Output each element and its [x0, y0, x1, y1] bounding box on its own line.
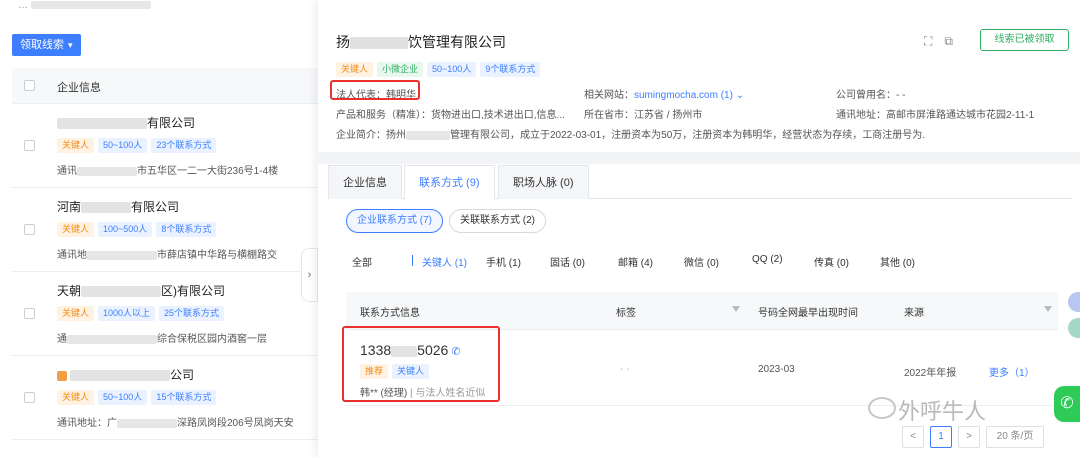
- list-item[interactable]: 公司 关键人 50~100人 15个联系方式 通讯地址：广 深路凤岗段206号凤岗天安: [12, 356, 318, 440]
- divider: [412, 255, 413, 266]
- source-cell: 2022年年报: [904, 368, 957, 379]
- key-person-tag: 关键人: [57, 390, 95, 405]
- company-address: 通讯 市五华区一二一大街236号1-4楼: [57, 166, 279, 177]
- company-name[interactable]: 有限公司: [57, 114, 195, 131]
- highlight-box: [330, 80, 420, 100]
- next-page-button[interactable]: >: [958, 426, 980, 448]
- size-tag: 100~500人: [98, 222, 153, 237]
- column-contact-info: 联系方式信息: [360, 308, 420, 319]
- tab-contacts[interactable]: 联系方式 (9): [404, 165, 495, 200]
- filter-all[interactable]: 全部: [352, 254, 372, 269]
- key-person-tag: 关键人: [57, 306, 95, 321]
- watermark: 外呼牛人: [898, 399, 987, 424]
- tab-company-info[interactable]: 企业信息: [328, 165, 402, 199]
- pagination: <1 >20 条/页: [902, 426, 1050, 448]
- filter-icon[interactable]: [732, 306, 740, 312]
- key-person-tag: 关键人: [57, 138, 95, 153]
- filter-wechat[interactable]: 微信 (0): [684, 254, 719, 269]
- company-address: 通讯地址：广 深路凤岗段206号凤岗天安: [57, 418, 294, 429]
- chevron-right-icon: ›: [307, 269, 312, 281]
- highlight-box: [342, 326, 500, 402]
- contacts-tag: 9个联系方式: [480, 62, 541, 77]
- company-address: 通讯地 市薛店镇中华路与横棚路交: [57, 250, 277, 261]
- row-checkbox[interactable]: [24, 392, 35, 403]
- company-detail-drawer: 扬饮管理有限公司 ⛶ ⧉ 线索已被领取 关键人 小微企业 50~100人 9个联系方式 …: [318, 0, 1080, 458]
- filter-qq[interactable]: QQ (2): [752, 254, 783, 265]
- filter-landline[interactable]: 固话 (0): [550, 254, 585, 269]
- tag-cell: - -: [620, 364, 630, 375]
- phone-call-float-button[interactable]: ✆: [1054, 386, 1080, 422]
- company-logo-icon: [57, 370, 67, 381]
- website: 相关网站：sumingmocha.com (1) ⌄: [584, 90, 745, 101]
- filter-other[interactable]: 其他 (0): [880, 254, 915, 269]
- page-number[interactable]: 1: [930, 426, 952, 448]
- row-checkbox[interactable]: [24, 140, 35, 151]
- phone-icon: ✆: [1060, 395, 1074, 412]
- column-first-seen: 号码全网最早出现时间: [758, 308, 858, 319]
- size-tag: 50~100人: [98, 138, 148, 153]
- company-list-pane: … 领取线索 ▾ 企业信息 有限公司 关键人 50~100人 23个联系方式 通讯 市五…: [0, 0, 318, 458]
- lead-claimed-button[interactable]: 线索已被领取: [980, 29, 1069, 51]
- filter-email[interactable]: 邮箱 (4): [618, 254, 653, 269]
- table-header: 联系方式信息 标签 号码全网最早出现时间 来源: [346, 292, 1058, 330]
- page-size-select[interactable]: 20 条/页: [986, 426, 1044, 448]
- row-checkbox[interactable]: [24, 224, 35, 235]
- row-checkbox[interactable]: [24, 308, 35, 319]
- list-item[interactable]: 天朝 区)有限公司 关键人 1000人以上 25个联系方式 通综合保税区园内酒窖一层: [12, 272, 318, 356]
- fullscreen-icon[interactable]: ⛶: [924, 34, 932, 48]
- company-name[interactable]: 天朝 区)有限公司: [57, 282, 225, 299]
- company-address: 通综合保税区园内酒窖一层: [57, 334, 267, 345]
- products-services: 产品和服务（精准）：货物进出口,技术进出口,信息...: [336, 110, 565, 121]
- first-seen-cell: 2023-03: [758, 364, 795, 375]
- filter-mobile[interactable]: 手机 (1): [486, 254, 521, 269]
- company-name[interactable]: 河南 有限公司: [57, 198, 179, 215]
- contacts-tag: 8个联系方式: [156, 222, 217, 237]
- open-new-window-icon[interactable]: ⧉: [944, 34, 953, 48]
- filter-icon[interactable]: [1044, 306, 1052, 312]
- key-person-tag: 关键人: [336, 62, 374, 77]
- list-header: 企业信息: [12, 68, 318, 104]
- section-divider: [318, 152, 1080, 164]
- filter-fax[interactable]: 传真 (0): [814, 254, 849, 269]
- contacts-tag: 15个联系方式: [151, 390, 217, 405]
- more-sources-link[interactable]: 更多（1）: [989, 364, 1035, 379]
- column-source: 来源: [904, 308, 924, 319]
- chevron-down-icon[interactable]: ⌄: [736, 90, 744, 101]
- collapse-panel-button[interactable]: ›: [301, 248, 318, 302]
- contacts-tag: 23个联系方式: [151, 138, 217, 153]
- province-city: 所在省市：江苏省 / 扬州市: [584, 110, 703, 121]
- subtab-company-contacts[interactable]: 企业联系方式 (7): [346, 209, 443, 233]
- column-tags: 标签: [616, 308, 636, 319]
- micro-enterprise-tag: 小微企业: [377, 62, 424, 77]
- subtab-related-contacts[interactable]: 关联联系方式 (2): [449, 209, 546, 233]
- former-name: 公司曾用名：- -: [836, 90, 906, 101]
- website-link[interactable]: sumingmocha.com (1): [634, 90, 733, 101]
- detail-tabs: 企业信息 联系方式 (9) 职场人脉 (0): [328, 165, 1072, 200]
- company-title: 扬饮管理有限公司: [336, 34, 506, 50]
- key-person-tag: 关键人: [57, 222, 95, 237]
- tab-workplace-network[interactable]: 职场人脉 (0): [498, 165, 589, 199]
- company-name[interactable]: 公司: [57, 366, 194, 383]
- mailing-address: 通讯地址：高邮市屏淮路通达城市花园2-11-1: [836, 110, 1035, 121]
- top-strip: …: [18, 0, 278, 18]
- company-intro: 企业简介：扬州 管理有限公司，成立于2022-03-01，注册资本为50万，注册资…: [336, 130, 926, 141]
- claim-leads-button[interactable]: 领取线索 ▾: [12, 34, 81, 56]
- prev-page-button[interactable]: <: [902, 426, 924, 448]
- size-tag: 1000人以上: [98, 306, 156, 321]
- list-item[interactable]: 有限公司 关键人 50~100人 23个联系方式 通讯 市五华区一二一大街236号1-…: [12, 104, 318, 188]
- list-item[interactable]: 河南 有限公司 关键人 100~500人 8个联系方式 通讯地 市薛店镇中华路与横棚路交: [12, 188, 318, 272]
- header-label: 企业信息: [57, 82, 101, 94]
- size-tag: 50~100人: [98, 390, 148, 405]
- select-all-checkbox[interactable]: [24, 80, 35, 91]
- contacts-tag: 25个联系方式: [159, 306, 225, 321]
- size-tag: 50~100人: [427, 62, 477, 77]
- chevron-down-icon: ▾: [68, 40, 73, 50]
- filter-key-person[interactable]: 关键人 (1): [422, 254, 467, 269]
- contact-type-filters: 全部 关键人 (1) 手机 (1) 固话 (0) 邮箱 (4) 微信 (0) Q…: [344, 248, 1064, 272]
